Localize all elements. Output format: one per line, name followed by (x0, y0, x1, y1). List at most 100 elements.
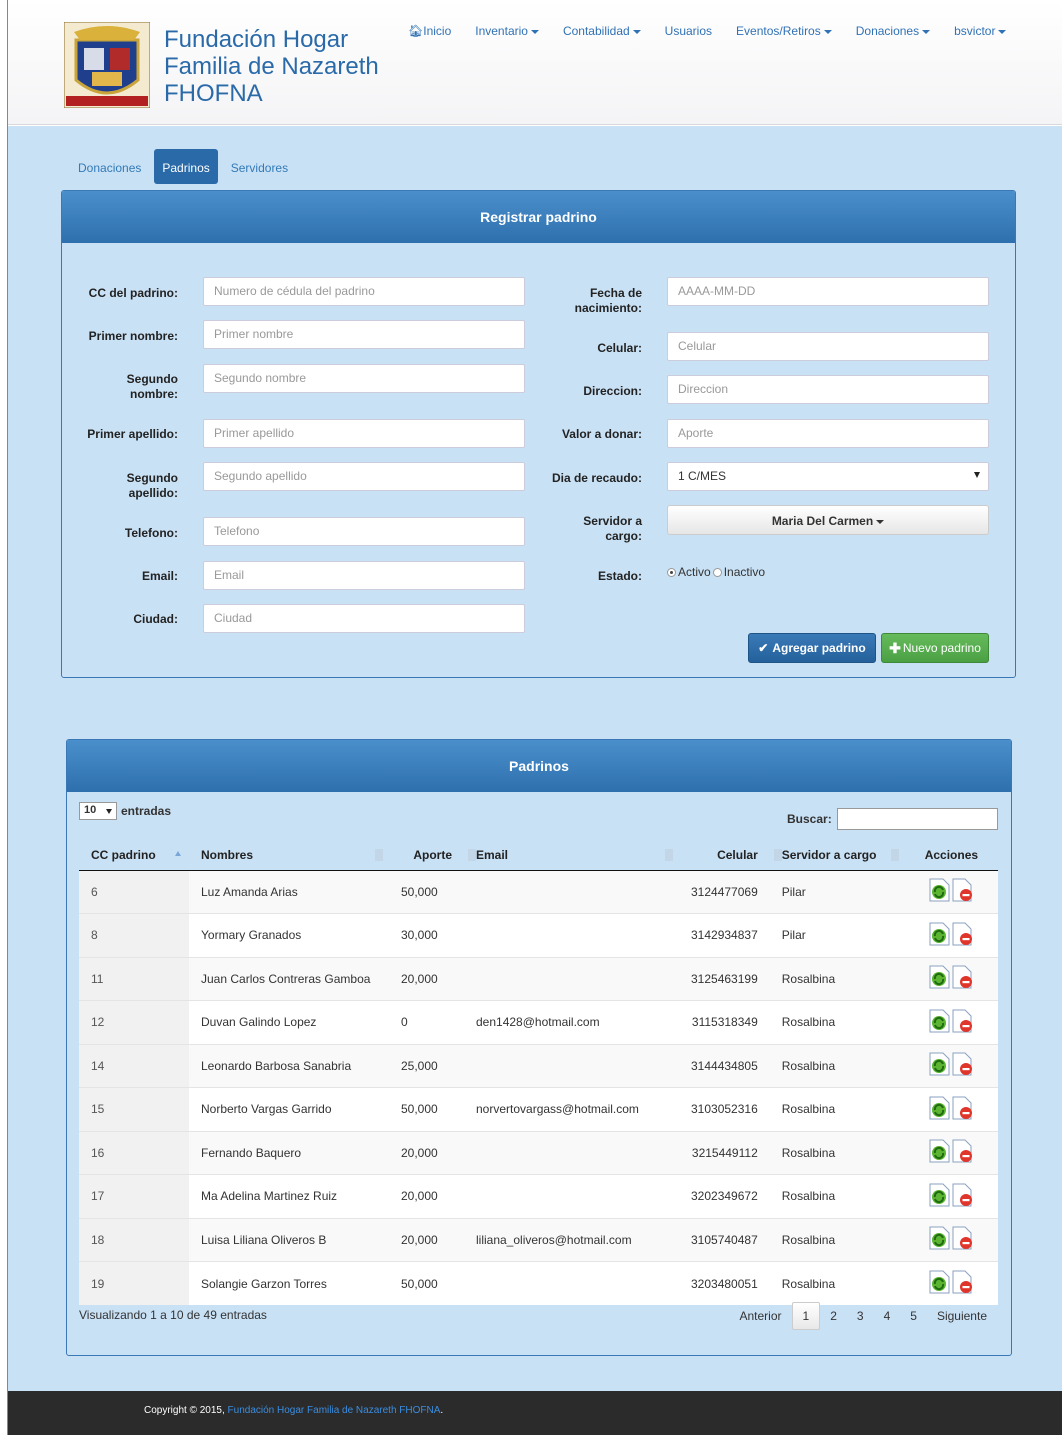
caret-down-icon (530, 29, 539, 34)
radio-inactivo[interactable] (712, 567, 722, 577)
logo[interactable] (64, 22, 150, 108)
cell-nombres: Yormary Granados (189, 913, 389, 957)
agregar-padrino-button[interactable]: ✔ Agregar padrino (748, 633, 876, 663)
register-panel: Registrar padrino CC del padrino: Numero… (61, 190, 1016, 678)
delete-document-icon[interactable] (952, 1009, 973, 1036)
telefono-input[interactable]: Telefono (203, 517, 525, 546)
radio-activo[interactable] (667, 567, 676, 577)
dia-recaudo-select[interactable]: 1 C/MES (667, 462, 989, 491)
segundo-apellido-input[interactable]: Segundo apellido (203, 462, 525, 491)
entries-select[interactable]: 10 (79, 802, 117, 820)
fecha-nacimiento-input[interactable]: AAAA-MM-DD (667, 277, 989, 306)
cell-aporte: 20,000 (389, 1130, 464, 1175)
cell-nombres: Juan Carlos Contreras Gamboa (189, 956, 389, 1001)
segundo-apellido-label: Segundo apellido: (126, 471, 178, 500)
nav-inventario[interactable]: Inventario (475, 24, 539, 38)
col-aporte[interactable]: Aporte (389, 841, 476, 871)
direccion-input[interactable]: Direccion (667, 375, 989, 404)
cell-nombres: Ma Adelina Martinez Ruiz (189, 1174, 389, 1218)
nav-user-menu[interactable]: bsvictor (954, 24, 1007, 38)
col-email[interactable]: Email (464, 841, 679, 871)
entries-value: 10 (84, 804, 97, 816)
brand-title[interactable]: Fundación Hogar Familia de Nazareth FHOF… (164, 26, 404, 107)
edit-refresh-icon[interactable] (929, 1096, 950, 1123)
servidor-cargo-dropdown[interactable]: Maria Del Carmen (667, 505, 989, 535)
celular-label: Celular: (597, 341, 642, 355)
tab-servidores[interactable]: Servidores (223, 149, 296, 184)
segundo-nombre-input[interactable]: Segundo nombre (203, 364, 525, 393)
column-label: Email (476, 848, 509, 863)
check-icon: ✔ (758, 641, 769, 655)
delete-document-icon[interactable] (952, 1096, 973, 1123)
celular-input[interactable]: Celular (667, 332, 989, 361)
edit-refresh-icon[interactable] (929, 1226, 950, 1253)
delete-document-icon[interactable] (952, 965, 973, 992)
nav-label: bsvictor (954, 24, 996, 38)
pager-page-1[interactable]: 1 (791, 1302, 821, 1330)
pager-page-2[interactable]: 2 (820, 1302, 847, 1330)
edit-refresh-icon[interactable] (929, 878, 950, 905)
nav-eventos-retiros[interactable]: Eventos/Retiros (736, 24, 832, 38)
pager-prev[interactable]: Anterior (729, 1302, 791, 1330)
servidor-cargo-label: Servidor a cargo: (583, 514, 642, 543)
copyright-suffix: . (440, 1405, 444, 1416)
col-servidor[interactable]: Servidor a cargo (769, 841, 905, 871)
edit-refresh-icon[interactable] (929, 922, 950, 949)
search-input[interactable] (836, 808, 998, 830)
column-label: Acciones (924, 848, 979, 863)
col-celular[interactable]: Celular (679, 841, 782, 871)
cell-email (464, 869, 679, 914)
primer-apellido-input[interactable]: Primer apellido (203, 419, 525, 448)
cell-cc: 17 (79, 1174, 189, 1218)
delete-document-icon[interactable] (952, 1052, 973, 1079)
pager-next[interactable]: Siguiente (927, 1302, 997, 1330)
cell-servidor: Rosalbina (769, 1217, 905, 1262)
nav-contabilidad[interactable]: Contabilidad (563, 24, 641, 38)
col-cc-padrino[interactable]: CC padrino (79, 841, 189, 871)
cell-cc: 14 (79, 1043, 189, 1088)
panel-title: Padrinos (67, 740, 1011, 792)
cc-input[interactable]: Numero de cédula del padrino (203, 277, 525, 306)
padrinos-table: CC padrino Nombres Aporte Email Celular … (79, 841, 998, 1305)
table-info: Visualizando 1 a 10 de 49 entradas (79, 1308, 267, 1322)
radio-inactivo-label: Inactivo (723, 565, 766, 579)
nav-inicio[interactable]: 🏠︎Inicio (408, 24, 451, 38)
col-nombres[interactable]: Nombres (189, 841, 389, 871)
delete-document-icon[interactable] (952, 1183, 973, 1210)
column-label: CC padrino (91, 848, 156, 863)
edit-refresh-icon[interactable] (929, 965, 950, 992)
pager-page-5[interactable]: 5 (900, 1302, 927, 1330)
column-label: Nombres (201, 848, 254, 863)
tab-padrinos[interactable]: Padrinos (154, 149, 218, 184)
delete-document-icon[interactable] (952, 878, 973, 905)
footer-link[interactable]: Fundación Hogar Familia de Nazareth FHOF… (228, 1405, 441, 1416)
edit-refresh-icon[interactable] (929, 1139, 950, 1166)
delete-document-icon[interactable] (952, 1270, 973, 1297)
primer-nombre-input[interactable]: Primer nombre (203, 320, 525, 349)
cell-cc: 11 (79, 956, 189, 1001)
edit-refresh-icon[interactable] (929, 1009, 950, 1036)
edit-refresh-icon[interactable] (929, 1052, 950, 1079)
cell-celular: 3142934837 (679, 913, 770, 957)
pager-page-3[interactable]: 3 (847, 1302, 874, 1330)
cell-cc: 16 (79, 1130, 189, 1175)
nav-donaciones[interactable]: Donaciones (856, 24, 931, 38)
nuevo-padrino-button[interactable]: ✚ Nuevo padrino (881, 633, 989, 663)
nav-label: Inicio (423, 24, 452, 38)
delete-document-icon[interactable] (952, 922, 973, 949)
tab-donaciones[interactable]: Donaciones (70, 149, 149, 184)
pagination: Anterior 1 2 3 4 5 Siguiente (729, 1302, 997, 1330)
delete-document-icon[interactable] (952, 1226, 973, 1253)
email-input[interactable]: Email (203, 561, 525, 590)
delete-document-icon[interactable] (952, 1139, 973, 1166)
pager-page-4[interactable]: 4 (874, 1302, 901, 1330)
nav-usuarios[interactable]: Usuarios (665, 24, 712, 38)
valor-donar-input[interactable]: Aporte (667, 419, 989, 448)
cell-servidor: Rosalbina (769, 956, 905, 1001)
site-header: Fundación Hogar Familia de Nazareth FHOF… (8, 0, 1062, 125)
brand-line-3: FHOFNA (164, 80, 263, 107)
edit-refresh-icon[interactable] (929, 1183, 950, 1210)
edit-refresh-icon[interactable] (929, 1270, 950, 1297)
ciudad-input[interactable]: Ciudad (203, 604, 525, 633)
footer: Copyright © 2015, Fundación Hogar Famili… (8, 1391, 1062, 1435)
